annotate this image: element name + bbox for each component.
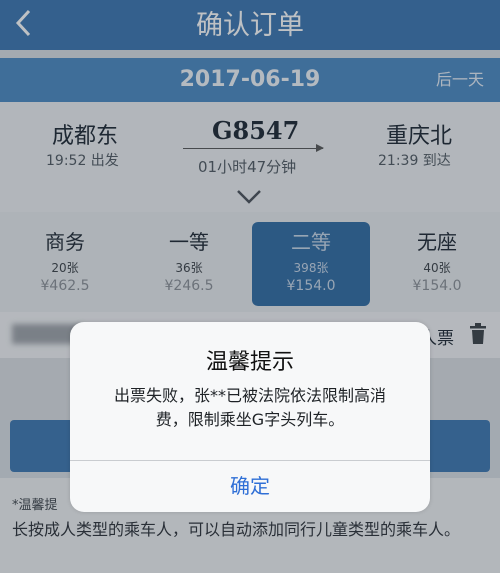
confirm-button[interactable]: 确定 <box>70 461 430 512</box>
dialog-message: 出票失败，张**已被法院依法限制高消费，限制乘坐G字头列车。 <box>113 386 386 429</box>
alert-dialog: 温馨提示 出票失败，张**已被法院依法限制高消费，限制乘坐G字头列车。 确定 <box>70 322 430 512</box>
dialog-title: 温馨提示 <box>205 350 294 375</box>
